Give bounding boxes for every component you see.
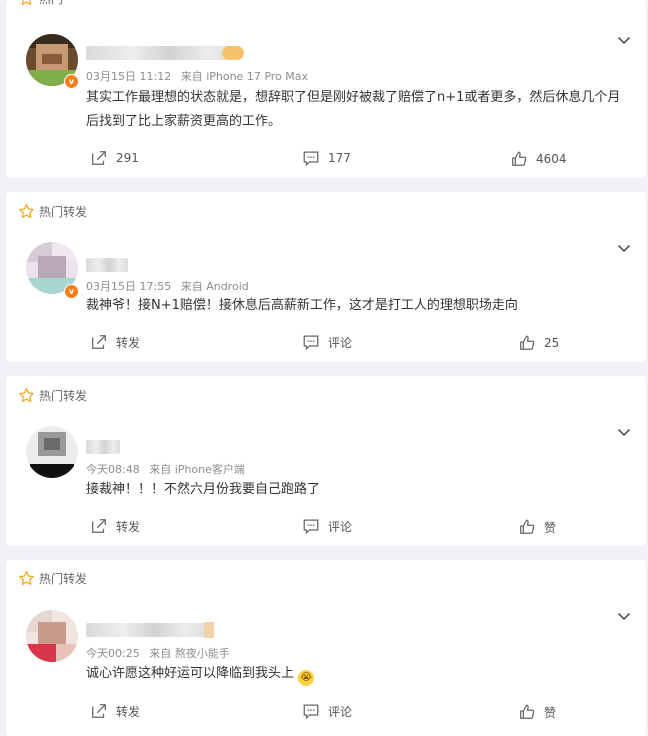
repost-button[interactable]: 转发 (90, 702, 140, 720)
comment-text: 其实工作最理想的状态就是，想辞职了但是刚好被裁了赔偿了n+1或者更多，然后休息几… (86, 90, 621, 129)
comment-meta: 今天08:48 来自 iPhone客户端 (86, 461, 245, 477)
comment-card-4: 热门转发 今天00:25 来自 熬夜小能手 诚心许愿这种好运可以降临到我头上 😭… (6, 560, 646, 736)
comment-card-1: 热门 v 03月15日 11:12 来自 iPhone 17 Pro Max 其… (6, 0, 646, 178)
chevron-down-icon[interactable] (616, 424, 632, 440)
avatar[interactable] (26, 426, 78, 478)
comment-icon (303, 151, 319, 167)
user-level-badge (222, 46, 244, 60)
comment-source: 来自 iPhone客户端 (149, 463, 245, 476)
comment-meta: 03月15日 17:55 来自 Android (86, 278, 249, 294)
share-icon (92, 151, 106, 165)
comment-button[interactable]: 评论 (302, 333, 352, 351)
repost-button[interactable]: 转发 (90, 333, 140, 351)
avatar[interactable] (26, 610, 78, 662)
like-label: 赞 (544, 705, 557, 720)
star-icon (21, 0, 32, 5)
comment-card-3: 热门转发 今天08:48 来自 iPhone客户端 接裁神！！！不然六月份我要自… (6, 376, 646, 546)
like-button[interactable]: 25 (518, 334, 559, 352)
comment-source: 来自 熬夜小能手 (149, 647, 230, 660)
comment-text: 接裁神！！！不然六月份我要自己跑路了 (86, 482, 321, 497)
repost-label: 转发 (116, 335, 141, 350)
like-count: 4604 (536, 152, 567, 166)
hot-tag: 热门 (18, 0, 63, 8)
comment-button[interactable]: 评论 (302, 702, 352, 720)
like-button[interactable]: 4604 (510, 150, 567, 168)
comment-icon (303, 335, 319, 351)
comment-icon (303, 704, 319, 720)
hot-repost-label: 热门转发 (39, 571, 88, 586)
like-button[interactable]: 赞 (518, 703, 556, 721)
comment-text: 裁神爷！接N+1赔偿！接休息后高薪新工作，这才是打工人的理想职场走向 (86, 298, 518, 313)
comment-time: 03月15日 17:55 (86, 280, 172, 293)
star-icon (19, 570, 34, 585)
hot-repost-label: 热门转发 (39, 388, 88, 403)
username-blurred[interactable] (86, 46, 238, 60)
chevron-down-icon[interactable] (616, 32, 632, 48)
hot-repost-tag: 热门转发 (18, 568, 87, 588)
comment-label: 评论 (328, 335, 353, 350)
comment-source: 来自 iPhone 17 Pro Max (180, 70, 309, 83)
like-button[interactable]: 赞 (518, 518, 556, 536)
thumbs-up-icon (520, 335, 535, 350)
share-icon (92, 704, 106, 718)
comment-icon (303, 519, 319, 535)
crying-emoji-icon: 😭 (298, 670, 315, 686)
chevron-down-icon[interactable] (616, 608, 632, 624)
comment-meta: 03月15日 11:12 来自 iPhone 17 Pro Max (86, 68, 308, 84)
thumbs-up-icon (520, 519, 535, 534)
share-icon (92, 335, 106, 349)
comment-time: 今天00:25 (86, 647, 140, 660)
verified-badge-icon: v (64, 284, 79, 299)
comment-text-body: 诚心许愿这种好运可以降临到我头上 (86, 666, 295, 681)
repost-label: 转发 (116, 704, 141, 719)
share-icon (92, 519, 106, 533)
repost-button[interactable]: 291 (90, 149, 139, 167)
username-blurred[interactable] (86, 440, 120, 454)
hot-repost-tag: 热门转发 (18, 201, 87, 221)
hot-repost-label: 热门转发 (39, 204, 88, 219)
comment-button[interactable]: 177 (302, 149, 351, 167)
comment-source: 来自 Android (180, 280, 249, 293)
comment-time: 今天08:48 (86, 463, 140, 476)
comment-meta: 今天00:25 来自 熬夜小能手 (86, 645, 230, 661)
comment-button[interactable]: 评论 (302, 517, 352, 535)
comment-time: 03月15日 11:12 (86, 70, 172, 83)
verified-badge-icon: v (64, 74, 79, 89)
comment-label: 评论 (328, 519, 353, 534)
comment-count: 177 (328, 151, 351, 165)
comment-card-2: 热门转发 v 03月15日 17:55 来自 Android 裁神爷！接N+1赔… (6, 192, 646, 362)
thumbs-up-icon (512, 151, 527, 166)
username-blurred[interactable] (86, 623, 210, 637)
user-level-badge (204, 622, 214, 638)
like-count: 25 (544, 336, 560, 350)
like-label: 赞 (544, 520, 557, 535)
star-icon (19, 203, 34, 218)
comment-text: 诚心许愿这种好运可以降临到我头上 😭 (86, 662, 626, 686)
thumbs-up-icon (520, 704, 535, 719)
repost-label: 转发 (116, 519, 141, 534)
repost-count: 291 (116, 151, 139, 165)
repost-button[interactable]: 转发 (90, 517, 140, 535)
star-icon (19, 387, 34, 402)
comment-label: 评论 (328, 704, 353, 719)
chevron-down-icon[interactable] (616, 240, 632, 256)
hot-repost-tag: 热门转发 (18, 385, 87, 405)
username-blurred[interactable] (86, 258, 128, 272)
hot-label: 热门 (39, 0, 63, 7)
